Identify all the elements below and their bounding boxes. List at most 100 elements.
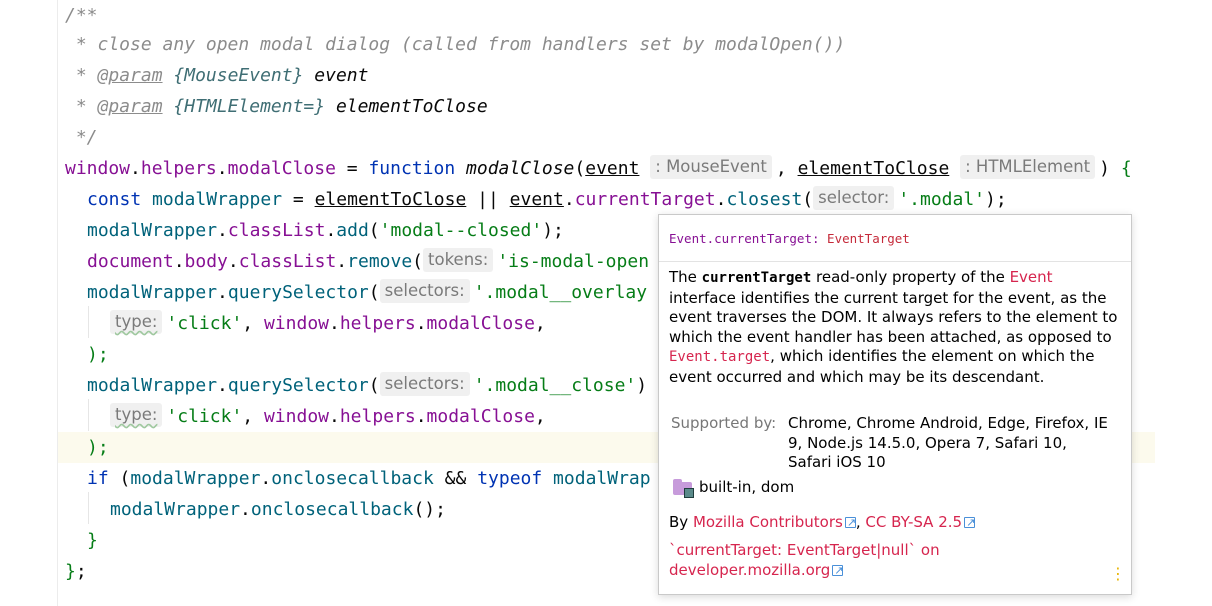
token-modalClose: modalClose [227, 158, 336, 179]
external-link-icon[interactable] [844, 513, 856, 533]
type-hint: : HTMLElement [960, 155, 1096, 179]
code-line-11[interactable]: type:'click', window.helpers.modalClose, [110, 308, 546, 339]
token-comma: , [775, 158, 798, 179]
desc-text: interface identifies the current target … [669, 288, 1118, 346]
code-line-13[interactable]: modalWrapper.querySelector(selectors: '.m… [87, 370, 647, 401]
documentation-popup[interactable]: Event.currentTarget: EventTarget The cur… [658, 214, 1132, 595]
param-hint: type: [110, 403, 163, 427]
token-window: window [263, 313, 329, 334]
definition-signature: Event.currentTarget: EventTarget [669, 231, 910, 246]
token-close-brace: } [87, 530, 98, 551]
code-line-4[interactable]: * @param {HTMLElement=} elementToClose [65, 91, 488, 122]
link-mozilla-contributors[interactable]: Mozilla Contributors [693, 513, 843, 531]
token-paren: ( [368, 282, 380, 303]
string-literal: 'is-modal-open [497, 251, 650, 272]
token-paren: ( [412, 251, 424, 272]
doc-comment-text: * close any open modal dialog (called fr… [65, 34, 846, 55]
code-line-3[interactable]: * @param {MouseEvent} event [65, 60, 369, 91]
attribution: By Mozilla Contributors, CC BY-SA 2.5 [669, 512, 975, 533]
definition-type[interactable]: EventTarget [820, 231, 910, 246]
token-modalWrapper: modalWrap [542, 468, 651, 489]
param-event[interactable]: event [510, 189, 564, 210]
mdn-source[interactable]: `currentTarget: EventTarget|null` on deve… [669, 541, 1109, 580]
code-line-8[interactable]: modalWrapper.classList.add('modal--close… [87, 215, 564, 246]
keyword-function: function [368, 158, 456, 179]
by-label: By [669, 513, 693, 531]
token-modalWrapper: modalWrapper [110, 499, 241, 520]
token-dot: . [240, 499, 251, 520]
token-dot: . [260, 468, 272, 489]
code-line-17[interactable]: modalWrapper.onclosecallback(); [110, 494, 446, 525]
code-line-14[interactable]: type:'click', window.helpers.modalClose, [110, 401, 546, 432]
token-paren: ( [574, 158, 586, 179]
code-line-12[interactable]: ); [87, 339, 109, 370]
source-text: `currentTarget: EventTarget|null` on [669, 541, 940, 559]
code-line-1[interactable]: /** [65, 0, 98, 31]
code-line-5[interactable]: */ [65, 122, 98, 153]
token-querySelector: querySelector [227, 375, 369, 396]
token-comma: , [534, 406, 546, 427]
code-line-6[interactable]: window.helpers.modalClose = function mod… [65, 153, 1132, 184]
token-end: ); [985, 189, 1007, 210]
token-classList: classList [227, 220, 326, 241]
comment-star: * [65, 65, 98, 86]
code-line-15[interactable]: ); [87, 432, 109, 463]
doc-description: The currentTarget read-only property of … [669, 268, 1119, 387]
token-classList: classList [238, 251, 337, 272]
external-link-icon[interactable] [832, 561, 843, 580]
token-and: && [433, 468, 478, 489]
token-dot: . [563, 189, 575, 210]
supported-by-label: Supported by: [671, 414, 777, 432]
more-options-icon[interactable]: ⋮ [1110, 565, 1126, 583]
token-remove: remove [347, 251, 413, 272]
token-modalWrapper: modalWrapper [141, 189, 283, 210]
token-modalWrapper: modalWrapper [87, 282, 218, 303]
code-line-2[interactable]: * close any open modal dialog (called fr… [65, 29, 845, 60]
token-window: window [263, 406, 329, 427]
token-closest: closest [726, 189, 803, 210]
code-line-9[interactable]: document.body.classList.remove(tokens:'i… [87, 246, 649, 277]
keyword-if: if [87, 468, 109, 489]
link-event[interactable]: Event [1010, 268, 1053, 286]
link-license[interactable]: CC BY-SA 2.5 [865, 513, 962, 531]
param-elementToClose[interactable]: elementToClose [315, 189, 467, 210]
token-assign: = [282, 189, 315, 210]
token-dot: . [217, 375, 228, 396]
jsdoc-param-name: event [303, 65, 369, 86]
token-dot: . [217, 220, 228, 241]
token-modalWrapper: modalWrapper [87, 375, 218, 396]
code-line-16[interactable]: if (modalWrapper.onclosecallback && type… [87, 463, 651, 494]
string-literal: 'modal--closed' [379, 220, 543, 241]
token-dot: . [336, 251, 348, 272]
param-event[interactable]: event [585, 158, 639, 179]
link-developer-mozilla[interactable]: developer.mozilla.org [669, 561, 830, 579]
token-dot: . [227, 251, 239, 272]
folder-icon [673, 479, 694, 498]
link-event-target[interactable]: Event.target [669, 349, 770, 365]
code-line-7[interactable]: const modalWrapper = elementToClose || e… [87, 184, 1007, 215]
token-helpers: helpers [339, 313, 416, 334]
jsdoc-type: {MouseEvent} [173, 65, 304, 86]
token-dot: . [329, 313, 340, 334]
token-currentTarget[interactable]: currentTarget [575, 189, 716, 210]
token-close-brace: } [65, 561, 76, 582]
type-hint: : MouseEvent [650, 155, 772, 179]
param-hint: type: [110, 310, 163, 334]
token-onclosecallback: onclosecallback [250, 499, 414, 520]
param-hint: selector: [813, 186, 895, 210]
token-dot: . [217, 282, 228, 303]
code-line-10[interactable]: modalWrapper.querySelector(selectors: '.m… [87, 277, 647, 308]
token-close-paren: ); [87, 437, 109, 458]
token-paren: ) [1099, 158, 1121, 179]
external-link-icon[interactable] [964, 513, 975, 533]
jsdoc-tag: @param [97, 96, 163, 117]
string-literal: '.modal__close' [473, 375, 637, 396]
param-hint: selectors: [379, 279, 470, 303]
token-onclosecallback: onclosecallback [271, 468, 434, 489]
param-elementToClose[interactable]: elementToClose [798, 158, 950, 179]
code-line-19[interactable]: }; [65, 556, 87, 587]
code-line-18[interactable]: } [87, 525, 98, 556]
token-window: window [65, 158, 131, 179]
token-paren: ( [802, 189, 814, 210]
